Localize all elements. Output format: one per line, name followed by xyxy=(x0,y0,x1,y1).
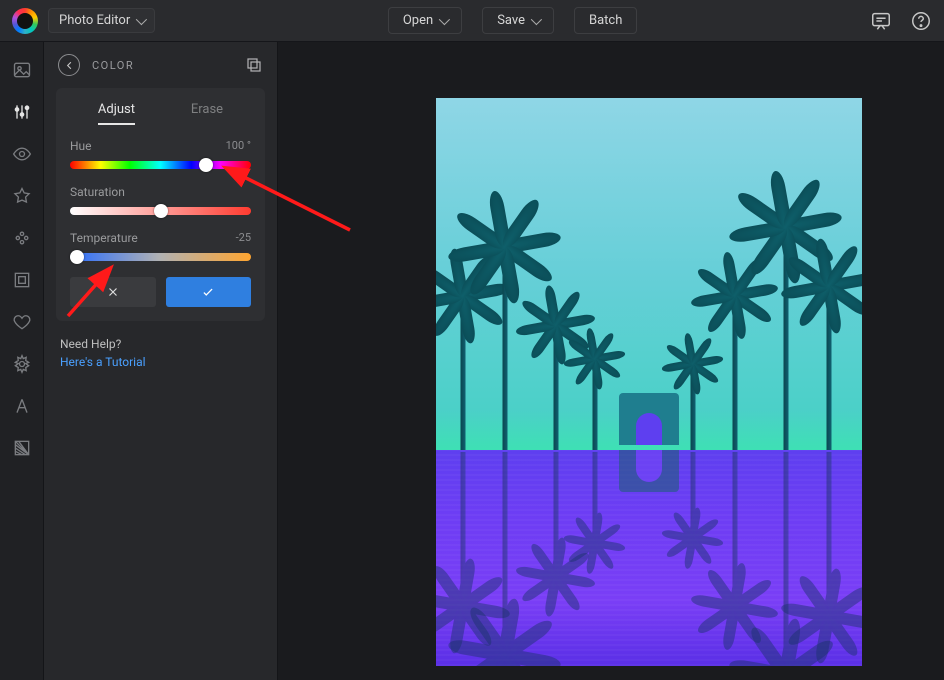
color-panel: COLOR Adjust Erase Hue 100 ° Saturation … xyxy=(44,42,278,680)
effects-tool-icon[interactable] xyxy=(12,228,32,248)
top-bar: Photo Editor Open Save Batch xyxy=(0,0,944,42)
help-question: Need Help? xyxy=(60,337,261,351)
saturation-label: Saturation xyxy=(70,185,125,199)
heart-tool-icon[interactable] xyxy=(12,312,32,332)
visibility-tool-icon[interactable] xyxy=(12,144,32,164)
feedback-icon[interactable] xyxy=(870,10,892,32)
star-tool-icon[interactable] xyxy=(12,186,32,206)
compare-icon[interactable] xyxy=(245,56,263,74)
text-tool-icon[interactable] xyxy=(12,396,32,416)
check-icon xyxy=(199,285,217,299)
open-label: Open xyxy=(403,13,433,28)
back-button[interactable] xyxy=(58,54,80,76)
adjust-tool-icon[interactable] xyxy=(12,102,32,122)
app-name-label: Photo Editor xyxy=(59,13,130,28)
temperature-label: Temperature xyxy=(70,231,138,245)
tab-adjust[interactable]: Adjust xyxy=(98,102,135,125)
canvas-area xyxy=(278,42,944,680)
saturation-slider-thumb[interactable] xyxy=(154,204,168,218)
frame-tool-icon[interactable] xyxy=(12,270,32,290)
batch-label: Batch xyxy=(589,13,622,28)
hue-slider[interactable] xyxy=(70,161,251,169)
saturation-slider[interactable] xyxy=(70,207,251,215)
arch-structure xyxy=(619,393,679,445)
app-logo-icon xyxy=(12,8,38,34)
save-label: Save xyxy=(497,13,525,28)
image-canvas[interactable] xyxy=(436,98,862,666)
open-button[interactable]: Open xyxy=(388,7,462,34)
texture-tool-icon[interactable] xyxy=(12,438,32,458)
app-switcher-dropdown[interactable]: Photo Editor xyxy=(48,8,155,33)
chevron-down-icon xyxy=(531,13,542,24)
chevron-down-icon xyxy=(136,13,147,24)
panel-title: COLOR xyxy=(92,59,134,72)
adjust-card: Adjust Erase Hue 100 ° Saturation Temper… xyxy=(56,88,265,321)
temperature-slider-thumb[interactable] xyxy=(70,250,84,264)
temperature-value: -25 xyxy=(236,231,251,245)
image-tool-icon[interactable] xyxy=(12,60,32,80)
batch-button[interactable]: Batch xyxy=(574,7,637,34)
tutorial-link[interactable]: Here's a Tutorial xyxy=(60,355,261,369)
left-tool-rail xyxy=(0,42,44,680)
hue-label: Hue xyxy=(70,139,92,153)
cancel-button[interactable] xyxy=(70,277,156,307)
x-icon xyxy=(104,285,122,299)
help-section: Need Help? Here's a Tutorial xyxy=(60,337,261,369)
save-button[interactable]: Save xyxy=(482,7,554,34)
hue-value: 100 ° xyxy=(226,139,251,153)
tab-erase[interactable]: Erase xyxy=(191,102,223,125)
hue-slider-thumb[interactable] xyxy=(199,158,213,172)
chevron-down-icon xyxy=(439,13,450,24)
help-icon[interactable] xyxy=(910,10,932,32)
temperature-slider[interactable] xyxy=(70,253,251,261)
settings-tool-icon[interactable] xyxy=(12,354,32,374)
apply-button[interactable] xyxy=(166,277,252,307)
